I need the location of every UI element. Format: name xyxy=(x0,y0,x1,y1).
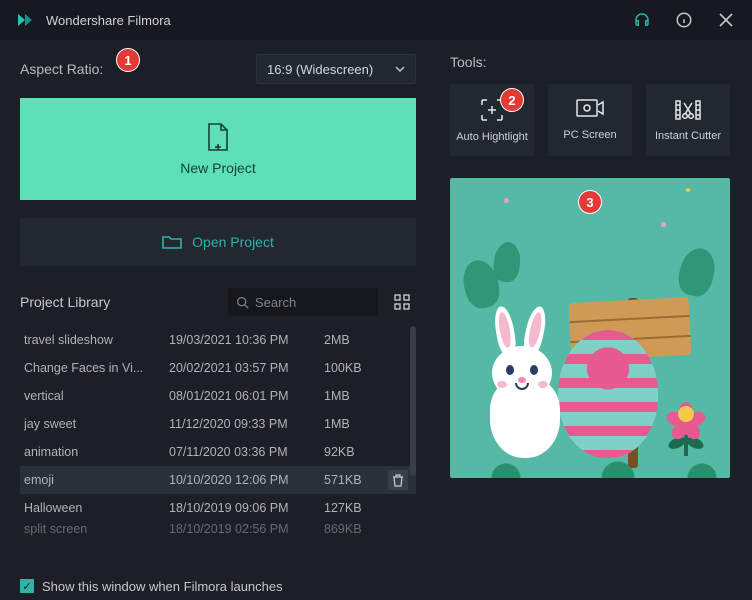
new-project-icon xyxy=(205,122,231,152)
list-item[interactable]: Change Faces in Vi... 20/02/2021 03:57 P… xyxy=(20,354,416,382)
new-project-button[interactable]: New Project xyxy=(20,98,416,200)
project-library-label: Project Library xyxy=(20,294,110,310)
tool-pc-screen[interactable]: PC Screen xyxy=(548,84,632,156)
list-item[interactable]: vertical 08/01/2021 06:01 PM 1MB xyxy=(20,382,416,410)
tool-instant-cutter[interactable]: Instant Cutter xyxy=(646,84,730,156)
titlebar: Wondershare Filmora xyxy=(0,0,752,40)
support-icon[interactable] xyxy=(630,8,654,32)
tool-label: Instant Cutter xyxy=(655,130,721,142)
pc-screen-icon xyxy=(576,99,604,121)
scroll-thumb[interactable] xyxy=(410,326,416,476)
open-project-label: Open Project xyxy=(192,234,274,250)
grid-view-icon[interactable] xyxy=(388,288,416,316)
annotation-badge-3: 3 xyxy=(578,190,602,214)
annotation-badge-1: 1 xyxy=(116,48,140,72)
list-item[interactable]: travel slideshow 19/03/2021 10:36 PM 2MB xyxy=(20,326,416,354)
list-item[interactable]: animation 07/11/2020 03:36 PM 92KB xyxy=(20,438,416,466)
tools-label: Tools: xyxy=(450,54,730,70)
search-input[interactable]: Search xyxy=(228,288,378,316)
open-project-button[interactable]: Open Project xyxy=(20,218,416,266)
folder-icon xyxy=(162,234,182,250)
info-icon[interactable] xyxy=(672,8,696,32)
close-icon[interactable] xyxy=(714,8,738,32)
tool-label: Auto Hightlight xyxy=(456,131,528,143)
footer: ✓ Show this window when Filmora launches xyxy=(0,572,752,600)
list-item[interactable]: emoji 10/10/2020 12:06 PM 571KB xyxy=(20,466,416,494)
trash-icon[interactable] xyxy=(388,470,408,490)
aspect-ratio-label: Aspect Ratio: xyxy=(20,61,103,77)
aspect-ratio-value: 16:9 (Widescreen) xyxy=(267,62,373,77)
instant-cutter-icon xyxy=(675,98,701,122)
scrollbar[interactable] xyxy=(410,326,416,544)
show-on-launch-checkbox[interactable]: ✓ xyxy=(20,579,34,593)
show-on-launch-label: Show this window when Filmora launches xyxy=(42,579,283,594)
app-logo-icon xyxy=(14,9,36,31)
app-title: Wondershare Filmora xyxy=(46,13,171,28)
aspect-ratio-dropdown[interactable]: 16:9 (Widescreen) xyxy=(256,54,416,84)
annotation-badge-2: 2 xyxy=(500,88,524,112)
list-item[interactable]: jay sweet 11/12/2020 09:33 PM 1MB xyxy=(20,410,416,438)
tool-label: PC Screen xyxy=(563,129,616,141)
preview-thumbnail: 3 xyxy=(450,178,730,478)
search-icon xyxy=(236,296,249,309)
list-item[interactable]: split screen 18/10/2019 02:56 PM 869KB xyxy=(20,522,416,536)
project-list: travel slideshow 19/03/2021 10:36 PM 2MB… xyxy=(20,326,416,544)
chevron-down-icon xyxy=(395,66,405,72)
search-placeholder: Search xyxy=(255,295,296,310)
list-item[interactable]: Halloween 18/10/2019 09:06 PM 127KB xyxy=(20,494,416,522)
new-project-label: New Project xyxy=(180,160,255,176)
